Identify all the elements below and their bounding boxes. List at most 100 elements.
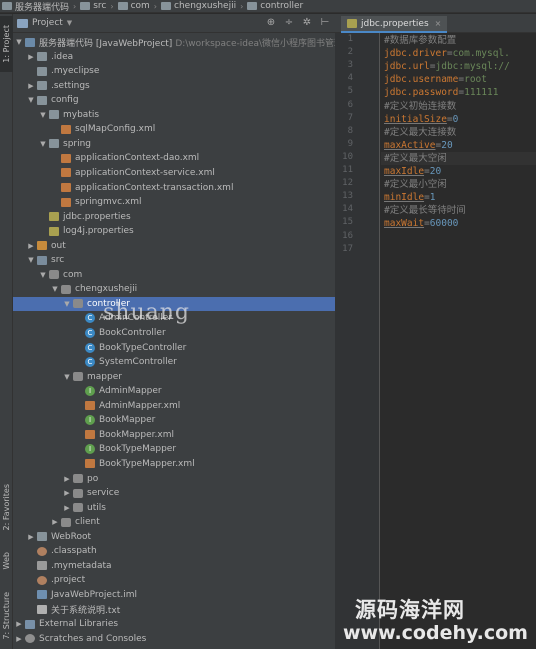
tree-item[interactable]: ▶ utils xyxy=(13,501,335,515)
tree-item[interactable]: applicationContext-dao.xml xyxy=(13,151,335,165)
expand-right-icon[interactable]: ▶ xyxy=(63,504,71,512)
line-number: 13 xyxy=(342,191,353,202)
split-icon[interactable]: ÷ xyxy=(283,17,295,29)
expand-down-icon[interactable]: ▼ xyxy=(51,285,59,293)
expand-down-icon[interactable]: ▼ xyxy=(27,256,35,264)
tree-item[interactable]: ▼ chengxushejii xyxy=(13,282,335,296)
expand-down-icon[interactable]: ▼ xyxy=(39,271,47,279)
tree-item-label: service xyxy=(87,488,120,499)
comment-text: #定义最长等待时间 xyxy=(384,205,466,217)
tree-item[interactable]: ▶ out xyxy=(13,239,335,253)
code-editor[interactable]: #数据库参数配置 jdbc.driver=com.mysql. jdbc.url=j… xyxy=(381,33,536,649)
expand-right-icon[interactable]: ▶ xyxy=(15,620,23,628)
tree-item[interactable]: BookMapper.xml xyxy=(13,428,335,442)
tree-item[interactable]: applicationContext-service.xml xyxy=(13,166,335,180)
tree-item[interactable]: AdminMapper.xml xyxy=(13,399,335,413)
breadcrumb-item[interactable]: src › xyxy=(80,1,114,11)
tree-item-label: JavaWebProject.iml xyxy=(51,589,138,600)
tree-item[interactable]: C BookController xyxy=(13,326,335,340)
tree-item-label: WebRoot xyxy=(51,531,92,542)
package-icon xyxy=(61,284,71,294)
xml-file-icon xyxy=(61,124,71,134)
hide-icon[interactable]: ⊢ xyxy=(319,17,331,29)
tree-item[interactable]: ▶ service xyxy=(13,486,335,500)
tree-item[interactable]: .mymetadata xyxy=(13,559,335,573)
code-line: #定义最小空闲 xyxy=(384,178,447,191)
expand-down-icon[interactable]: ▼ xyxy=(39,140,47,148)
expand-right-icon[interactable]: ▶ xyxy=(27,53,35,61)
expand-right-icon[interactable]: ▶ xyxy=(63,489,71,497)
breadcrumb-item[interactable]: chengxushejii › xyxy=(161,1,243,11)
property-key: jdbc.url xyxy=(384,61,430,73)
gear-icon[interactable]: ✲ xyxy=(301,17,313,29)
tree-item[interactable]: ▼ spring xyxy=(13,137,335,151)
structure-tool-tab[interactable]: 7: Structure xyxy=(0,586,13,646)
tree-item[interactable]: BookTypeMapper.xml xyxy=(13,457,335,471)
tree-item[interactable]: ▶ WebRoot xyxy=(13,530,335,544)
tree-item[interactable]: applicationContext-transaction.xml xyxy=(13,181,335,195)
tree-item[interactable]: ▼ 服务器端代码 [JavaWebProject] D:\workspace-ide… xyxy=(13,35,335,49)
tree-item[interactable]: springmvc.xml xyxy=(13,195,335,209)
tree-item-label: BookMapper xyxy=(99,415,156,426)
tree-item[interactable]: ▼ config xyxy=(13,93,335,107)
tree-item[interactable]: C BookTypeController xyxy=(13,341,335,355)
project-view-selector[interactable]: Project xyxy=(32,18,63,28)
web-tool-tab[interactable]: Web xyxy=(0,544,13,578)
tree-item[interactable]: .classpath xyxy=(13,544,335,558)
tree-item[interactable]: ▶ External Libraries xyxy=(13,617,335,631)
tree-item[interactable]: ▼ com xyxy=(13,268,335,282)
folder-icon xyxy=(37,532,47,542)
tree-item-label: BookMapper.xml xyxy=(99,429,174,440)
expand-down-icon[interactable]: ▼ xyxy=(63,373,71,381)
project-panel: Project ▼ ⊕ ÷ ✲ ⊢ ▼ 服务器端代码 [JavaWebProjec… xyxy=(13,14,335,649)
tree-item-label: SystemController xyxy=(99,357,177,368)
tree-item[interactable]: ▶ .idea xyxy=(13,50,335,64)
close-icon[interactable]: × xyxy=(435,19,442,28)
favorites-tool-tab[interactable]: 2: Favorites xyxy=(0,476,13,538)
tree-item[interactable]: I BookTypeMapper xyxy=(13,442,335,456)
tree-item[interactable]: ▶ client xyxy=(13,515,335,529)
expand-down-icon[interactable]: ▼ xyxy=(27,96,35,104)
tree-item-label: mapper xyxy=(87,371,122,382)
tree-item-label: chengxushejii xyxy=(75,284,138,295)
chevron-down-icon[interactable]: ▼ xyxy=(67,19,72,27)
tree-item[interactable]: log4j.properties xyxy=(13,224,335,238)
tree-item[interactable]: sqlMapConfig.xml xyxy=(13,122,335,136)
project-tool-tab-label: 1: Project xyxy=(2,25,11,63)
breadcrumb-item[interactable]: 服务器端代码 › xyxy=(2,0,76,12)
tree-item[interactable]: C SystemController xyxy=(13,355,335,369)
tree-item[interactable]: ▶ Scratches and Consoles xyxy=(13,632,335,646)
expand-right-icon[interactable]: ▶ xyxy=(27,533,35,541)
tree-item[interactable]: .project xyxy=(13,573,335,587)
breadcrumb-item[interactable]: com › xyxy=(117,1,157,11)
tree-item[interactable]: ▶ po xyxy=(13,472,335,486)
expand-down-icon[interactable]: ▼ xyxy=(15,38,23,46)
expand-right-icon[interactable]: ▶ xyxy=(27,242,35,250)
tree-item[interactable]: I AdminMapper xyxy=(13,384,335,398)
tree-item[interactable]: .myeclipse xyxy=(13,64,335,78)
expand-right-icon[interactable]: ▶ xyxy=(51,518,59,526)
expand-right-icon[interactable]: ▶ xyxy=(63,475,71,483)
code-line: #数据库参数配置 xyxy=(384,34,456,47)
expand-right-icon[interactable]: ▶ xyxy=(27,82,35,90)
property-value: jdbc:mysql:// xyxy=(435,61,510,73)
expand-down-icon[interactable]: ▼ xyxy=(39,111,47,119)
expand-down-icon[interactable]: ▼ xyxy=(63,300,71,308)
tree-item[interactable]: ▼ mybatis xyxy=(13,108,335,122)
expand-right-icon[interactable]: ▶ xyxy=(15,635,23,643)
property-key: jdbc.password xyxy=(384,87,459,99)
tree-item[interactable]: jdbc.properties xyxy=(13,210,335,224)
globe-icon[interactable]: ⊕ xyxy=(265,17,277,29)
tree-item-label: src xyxy=(51,255,65,266)
tree-item[interactable]: ▶ .settings xyxy=(13,79,335,93)
editor-tab-jdbc-properties[interactable]: jdbc.properties × xyxy=(341,16,448,33)
breadcrumb-label: chengxushejii xyxy=(174,1,237,11)
tree-item[interactable]: ▼ mapper xyxy=(13,370,335,384)
tree-item[interactable]: 关于系统说明.txt xyxy=(13,602,335,616)
tree-item[interactable]: I BookMapper xyxy=(13,413,335,427)
breadcrumb-item[interactable]: controller xyxy=(247,1,303,11)
tree-item[interactable]: ▼ src xyxy=(13,253,335,267)
config-file-icon xyxy=(37,546,47,556)
tree-item[interactable]: JavaWebProject.iml xyxy=(13,588,335,602)
project-tool-tab[interactable]: 1: Project xyxy=(0,16,13,72)
